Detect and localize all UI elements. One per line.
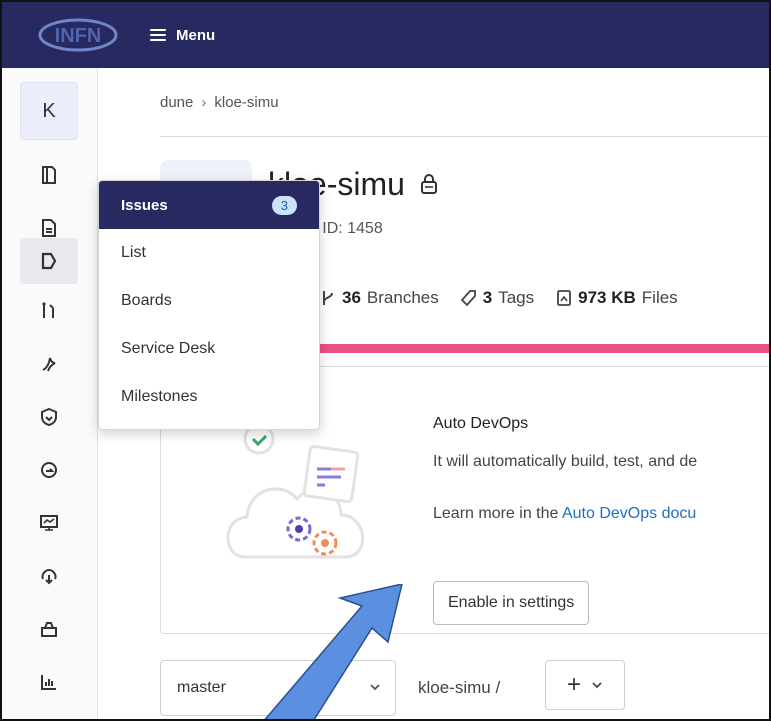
auto-devops-learn-more: Learn more in the Auto DevOps docu bbox=[433, 505, 696, 523]
branch-icon bbox=[323, 291, 333, 305]
project-stats: 36 Branches 3 Tags 973 KB Files bbox=[320, 288, 678, 308]
infn-logo[interactable]: INFN bbox=[36, 16, 128, 54]
file-icon bbox=[557, 290, 572, 306]
branches-link[interactable]: 36 Branches bbox=[320, 288, 439, 308]
infrastructure-icon[interactable] bbox=[20, 553, 78, 599]
header-divider bbox=[160, 136, 769, 137]
breadcrumb-separator: › bbox=[201, 94, 207, 111]
hamburger-icon bbox=[150, 29, 166, 41]
issues-count-badge: 3 bbox=[271, 195, 297, 215]
branches-label: Branches bbox=[366, 288, 439, 307]
breadcrumb-group-link[interactable]: dune bbox=[160, 94, 193, 111]
ci-cd-icon[interactable] bbox=[20, 341, 78, 387]
branches-count: 36 bbox=[342, 288, 361, 307]
project-overview-icon[interactable] bbox=[20, 152, 78, 198]
breadcrumb-project-link[interactable]: kloe-simu bbox=[214, 94, 278, 111]
tags-label: Tags bbox=[498, 288, 535, 307]
project-avatar[interactable]: K bbox=[20, 82, 78, 140]
auto-devops-title: Auto DevOps bbox=[433, 415, 529, 432]
files-link[interactable]: 973 KB Files bbox=[556, 288, 678, 308]
breadcrumb: dune › kloe-simu bbox=[160, 94, 279, 111]
branch-name: master bbox=[177, 679, 226, 696]
issues-icon[interactable] bbox=[20, 238, 78, 284]
merge-requests-icon[interactable] bbox=[20, 288, 78, 334]
auto-devops-illustration bbox=[226, 423, 364, 559]
plus-icon: + bbox=[566, 671, 581, 698]
files-label: Files bbox=[641, 288, 678, 307]
project-sidebar: K bbox=[2, 68, 98, 719]
svg-text:INFN: INFN bbox=[55, 25, 102, 47]
lock-icon bbox=[419, 166, 439, 203]
learn-more-prefix: Learn more in the bbox=[433, 505, 562, 522]
tags-count: 3 bbox=[482, 288, 493, 307]
app-window: INFN Menu K dune › kloe-simu kloe-simu P… bbox=[0, 0, 771, 721]
annotation-arrow bbox=[264, 584, 403, 719]
flyout-item-list[interactable]: List bbox=[99, 229, 319, 277]
repo-path-separator: / bbox=[495, 678, 501, 697]
monitor-icon[interactable] bbox=[20, 500, 78, 546]
auto-devops-description: It will automatically build, test, and d… bbox=[433, 453, 698, 470]
tag-icon bbox=[460, 290, 476, 307]
add-to-tree-button[interactable]: + bbox=[545, 660, 625, 710]
analytics-icon[interactable] bbox=[20, 659, 78, 705]
flyout-item-service-desk[interactable]: Service Desk bbox=[99, 325, 319, 373]
flyout-item-milestones[interactable]: Milestones bbox=[99, 373, 319, 421]
auto-devops-docs-link[interactable]: Auto DevOps docu bbox=[562, 505, 696, 522]
flyout-header-issues[interactable]: Issues 3 bbox=[99, 181, 319, 229]
tags-link[interactable]: 3 Tags bbox=[460, 288, 535, 308]
security-icon[interactable] bbox=[20, 394, 78, 440]
issues-flyout-menu: Issues 3 List Boards Service Desk Milest… bbox=[98, 180, 320, 430]
menu-label: Menu bbox=[176, 26, 216, 44]
chevron-down-icon bbox=[592, 682, 602, 689]
menu-button[interactable]: Menu bbox=[150, 22, 215, 48]
deployments-icon[interactable] bbox=[20, 447, 78, 493]
packages-icon[interactable] bbox=[20, 606, 78, 652]
wiki-icon[interactable] bbox=[20, 708, 78, 719]
language-bar bbox=[320, 344, 769, 353]
flyout-title: Issues bbox=[121, 196, 168, 214]
flyout-item-boards[interactable]: Boards bbox=[99, 277, 319, 325]
top-navbar: INFN Menu bbox=[2, 2, 769, 68]
files-size: 973 KB bbox=[578, 288, 636, 307]
